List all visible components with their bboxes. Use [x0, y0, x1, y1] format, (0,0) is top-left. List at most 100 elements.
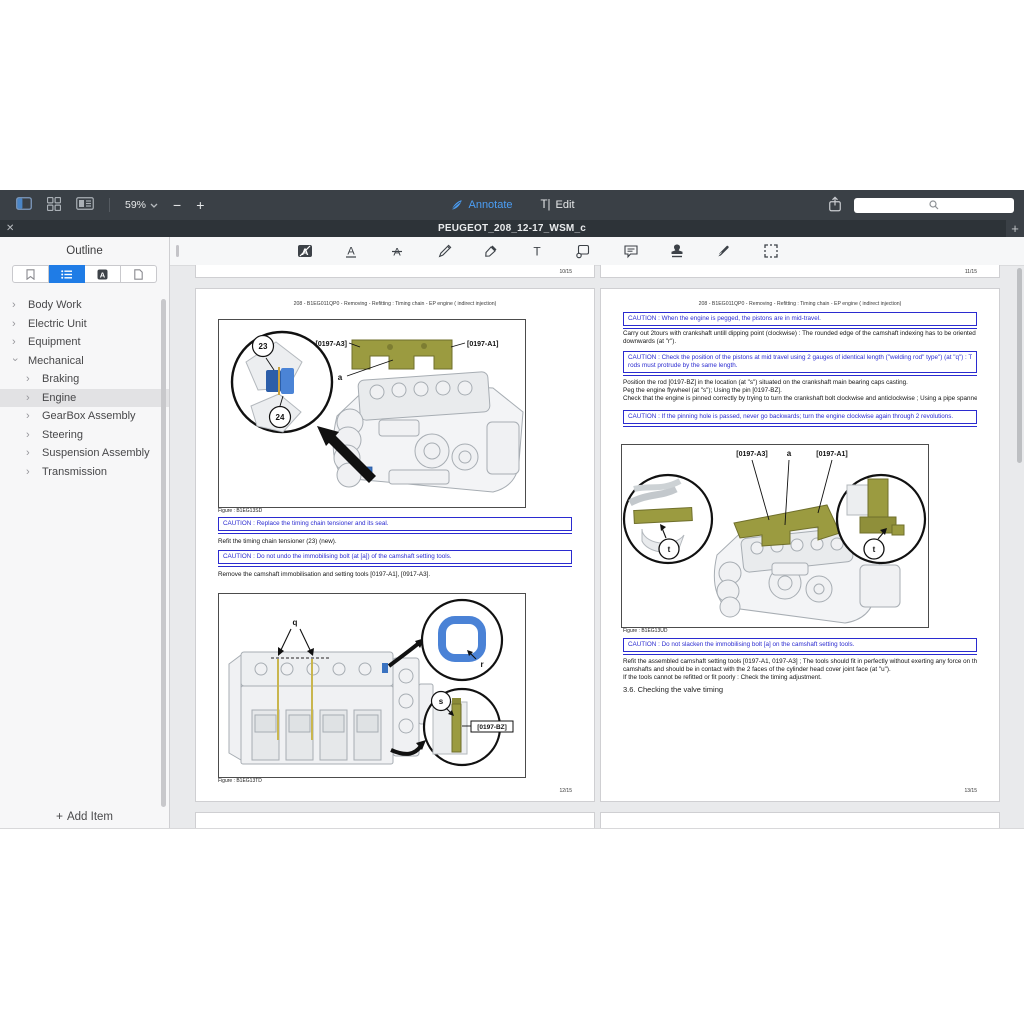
- search-field[interactable]: [854, 198, 1014, 213]
- toolbar-left-group: 59% − +: [16, 197, 204, 214]
- zoom-level-value: 59%: [125, 199, 146, 211]
- marker-tool-button[interactable]: [481, 241, 501, 261]
- text-tool-icon: T: [530, 243, 544, 259]
- chevron-right-icon[interactable]: ›: [26, 411, 34, 421]
- engine-side-illustration: q r: [219, 594, 525, 777]
- sidebar-tab-annotations[interactable]: A: [85, 265, 121, 283]
- zoom-in-button[interactable]: +: [196, 198, 204, 212]
- share-button[interactable]: [828, 196, 842, 215]
- sidebar-tab-bookmarks[interactable]: [12, 265, 49, 283]
- new-tab-button[interactable]: +: [1006, 220, 1024, 237]
- reading-view-button[interactable]: [76, 197, 94, 213]
- highlight-icon: A: [297, 243, 313, 259]
- sidebar-item-body-work[interactable]: › Body Work: [0, 296, 169, 315]
- stamp-tool-button[interactable]: [667, 241, 687, 261]
- sidebar-tab-outline[interactable]: [49, 265, 85, 283]
- annotate-feather-icon: [449, 198, 463, 212]
- strikethrough-tool-button[interactable]: A: [387, 241, 407, 261]
- chevron-right-icon[interactable]: ›: [12, 337, 20, 347]
- sidebar-item-suspension-assembly[interactable]: › Suspension Assembly: [0, 444, 169, 463]
- chevron-right-icon[interactable]: ›: [12, 319, 20, 329]
- sidebar-toggle-button[interactable]: [16, 197, 32, 213]
- body-text: Refit the timing chain tensioner (23) (n…: [218, 538, 572, 546]
- grid-icon: [47, 197, 61, 211]
- document-area: A A A: [170, 237, 1024, 828]
- figure-caption: Figure : B1EG13SD: [218, 508, 262, 514]
- chevron-right-icon[interactable]: ›: [26, 393, 34, 403]
- page-scroll-area[interactable]: 10/15 11/15 208 - B1EG011QP0 - Removing …: [170, 265, 1024, 828]
- sidebar-item-gearbox-assembly[interactable]: › GearBox Assembly: [0, 407, 169, 426]
- chevron-right-icon[interactable]: ›: [26, 467, 34, 477]
- page-header: 208 - B1EG011QP0 - Removing - Refitting …: [196, 301, 594, 307]
- text-tool-button[interactable]: T: [527, 241, 547, 261]
- toolbar-drag-handle[interactable]: [176, 245, 179, 257]
- signature-tool-button[interactable]: [713, 241, 733, 261]
- toolbar-divider: [109, 198, 110, 212]
- sidebar-item-equipment[interactable]: › Equipment: [0, 333, 169, 352]
- search-input[interactable]: [854, 198, 1014, 213]
- main-content: Outline A: [0, 237, 1024, 829]
- sidebar-item-engine[interactable]: › Engine: [0, 389, 169, 408]
- sidebar-panel-icon: [16, 197, 32, 210]
- add-item-button[interactable]: + Add Item: [0, 809, 169, 823]
- text-line: Carry out 2tours with crankshaft untill …: [623, 330, 977, 338]
- tensioner-piston: [281, 368, 294, 394]
- sidebar-item-braking[interactable]: › Braking: [0, 370, 169, 389]
- comment-bubble-icon: [623, 244, 639, 259]
- sidebar-item-label: Equipment: [28, 336, 81, 348]
- caution-box: CAUTION : Do not slacken the immobilisin…: [623, 638, 977, 652]
- chevron-right-icon[interactable]: ›: [26, 374, 34, 384]
- tool-beam: [634, 507, 693, 523]
- svg-text:A: A: [393, 247, 401, 259]
- document-scrollbar[interactable]: [1017, 268, 1022, 463]
- shape-tool-button[interactable]: [573, 241, 593, 261]
- figure-label-r: r: [480, 660, 483, 669]
- body-text: Position the rod [0197-BZ] in the locati…: [623, 379, 977, 403]
- zoom-out-button[interactable]: −: [173, 198, 181, 212]
- pencil-tool-button[interactable]: [435, 241, 455, 261]
- underline-tool-button[interactable]: A: [341, 241, 361, 261]
- figure-b1eg13td: q r: [218, 593, 526, 778]
- figure-label-s: s: [439, 697, 444, 706]
- thumbnails-view-button[interactable]: [47, 197, 61, 214]
- page-number: 11/15: [965, 269, 977, 275]
- caution-line: CAUTION : Check the position of the pist…: [628, 354, 972, 362]
- select-tool-button[interactable]: [761, 241, 781, 261]
- caution-line: rods must protrude by the same length.: [628, 362, 972, 370]
- next-page-right-top: [600, 812, 1000, 828]
- highlight-tool-button[interactable]: A: [295, 241, 315, 261]
- plus-icon: +: [56, 809, 63, 823]
- sidebar-item-label: GearBox Assembly: [42, 410, 136, 422]
- chevron-right-icon[interactable]: ›: [26, 430, 34, 440]
- sidebar-item-mechanical[interactable]: › Mechanical: [0, 352, 169, 371]
- document-tab-bar[interactable]: ✕ PEUGEOT_208_12-17_WSM_c +: [0, 220, 1024, 237]
- page-header: 208 - B1EG011QP0 - Removing - Refitting …: [601, 301, 999, 307]
- text-line: downwards (at "r").: [623, 338, 977, 346]
- figure-caption: Figure : B1EG13TD: [218, 778, 262, 784]
- caution-box: CAUTION : Check the position of the pist…: [623, 351, 977, 373]
- sidebar-item-electric-unit[interactable]: › Electric Unit: [0, 315, 169, 334]
- sidebar-item-label: Transmission: [42, 466, 107, 478]
- page-icon: [134, 269, 143, 280]
- annotate-tab[interactable]: Annotate: [449, 198, 512, 212]
- edit-tab[interactable]: T| Edit: [541, 199, 575, 211]
- sidebar-item-steering[interactable]: › Steering: [0, 426, 169, 445]
- svg-text:A: A: [100, 270, 106, 279]
- figure-label-0197-bz: [0197-BZ]: [477, 724, 507, 731]
- chevron-right-icon[interactable]: ›: [26, 448, 34, 458]
- figure-caption: Figure : B1EG13UD: [623, 628, 667, 634]
- sidebar-scrollbar[interactable]: [161, 299, 166, 807]
- edit-label: Edit: [556, 199, 575, 211]
- top-toolbar: 59% − + Annotate T| Edit: [0, 190, 1024, 220]
- text-line: If the tools cannot be refitted or fit p…: [623, 674, 977, 682]
- sidebar-item-label: Engine: [42, 392, 76, 404]
- sidebar-item-transmission[interactable]: › Transmission: [0, 463, 169, 482]
- chevron-right-icon[interactable]: ›: [12, 300, 20, 310]
- chevron-down-icon[interactable]: ›: [10, 358, 20, 366]
- add-item-label: Add Item: [67, 811, 113, 823]
- sidebar-tab-pages[interactable]: [121, 265, 157, 283]
- zoom-level-dropdown[interactable]: 59%: [125, 199, 158, 211]
- note-tool-button[interactable]: [621, 241, 641, 261]
- caution-box: CAUTION : When the engine is pegged, the…: [623, 312, 977, 326]
- outline-tree: › Body Work › Electric Unit › Equipment …: [0, 296, 169, 481]
